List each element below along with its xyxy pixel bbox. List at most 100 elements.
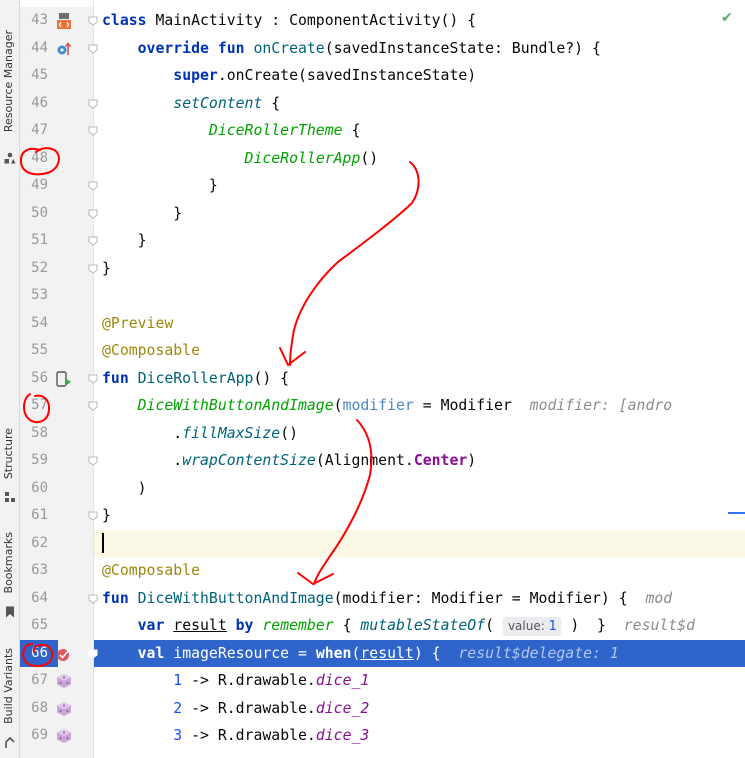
drawable-cube-icon[interactable] <box>56 701 72 717</box>
code-text-area[interactable]: @Composable <box>94 337 745 365</box>
code-line[interactable]: 52} <box>0 255 745 283</box>
code-line[interactable]: 64 fun DiceWithButtonAndImage(modifier: M… <box>0 585 745 613</box>
code-line[interactable]: 49 } <box>0 172 745 200</box>
code-text-area[interactable]: } <box>88 227 745 255</box>
line-number[interactable]: 52 <box>20 255 58 283</box>
code-text-area[interactable]: super.onCreate(savedInstanceState) <box>94 62 745 90</box>
code-text-area[interactable]: override fun onCreate(savedInstanceState… <box>88 35 745 63</box>
code-text-area[interactable] <box>94 529 745 557</box>
line-number[interactable]: 49 <box>20 172 58 200</box>
line-number[interactable]: 58 <box>20 420 58 448</box>
code-line[interactable]: 48 DiceRollerApp() <box>0 145 745 173</box>
fold-marker-icon[interactable] <box>88 594 98 604</box>
code-line[interactable]: 44 override fun onCreate(savedInstanceSt… <box>0 35 745 63</box>
line-number[interactable]: 63 <box>20 557 58 585</box>
fold-marker-icon[interactable] <box>88 264 98 274</box>
code-text-area[interactable]: var result by remember { mutableStateOf(… <box>94 612 745 640</box>
code-line[interactable]: 47 DiceRollerTheme { <box>0 117 745 145</box>
code-line[interactable]: 46 setContent { <box>0 90 745 118</box>
code-text-area[interactable]: @Preview <box>94 310 745 338</box>
code-text-area[interactable]: DiceRollerTheme { <box>88 117 745 145</box>
line-number[interactable]: 66 <box>20 639 58 667</box>
code-line[interactable]: 62 <box>0 529 745 558</box>
drawable-cube-icon[interactable] <box>56 728 72 744</box>
line-number[interactable]: 50 <box>20 200 58 228</box>
code-text-area[interactable]: } <box>88 200 745 228</box>
line-number[interactable]: 54 <box>20 310 58 338</box>
code-text-area[interactable]: 2 -> R.drawable.dice_2 <box>94 695 745 723</box>
line-number[interactable]: 69 <box>20 722 58 750</box>
code-text-area[interactable]: fun DiceRollerApp() { <box>88 365 745 393</box>
line-number[interactable]: 68 <box>20 695 58 723</box>
code-text-area[interactable]: class MainActivity : ComponentActivity()… <box>88 7 745 35</box>
code-text-area[interactable]: fun DiceWithButtonAndImage(modifier: Mod… <box>88 585 745 613</box>
fold-marker-icon[interactable] <box>88 401 98 411</box>
fold-marker-icon[interactable] <box>88 511 98 521</box>
line-number[interactable]: 61 <box>20 502 58 530</box>
breakpoint-icon[interactable] <box>56 646 72 662</box>
override-icon[interactable] <box>56 41 72 57</box>
code-line[interactable]: 58 .fillMaxSize() <box>0 420 745 448</box>
code-line[interactable]: 43 class MainActivity : ComponentActivity… <box>0 7 745 35</box>
fold-marker-icon[interactable] <box>88 649 98 659</box>
line-number[interactable]: 46 <box>20 90 58 118</box>
code-line[interactable]: 59 .wrapContentSize(Alignment.Center) <box>0 447 745 475</box>
fold-marker-icon[interactable] <box>88 44 98 54</box>
drawable-cube-icon[interactable] <box>56 673 72 689</box>
code-line[interactable]: 54 @Preview <box>0 310 745 338</box>
line-number[interactable]: 57 <box>20 392 58 420</box>
line-number[interactable]: 51 <box>20 227 58 255</box>
code-line[interactable]: 53 <box>0 282 745 310</box>
line-number[interactable]: 44 <box>20 35 58 63</box>
code-line[interactable]: 51 } <box>0 227 745 255</box>
code-text-area[interactable] <box>94 282 745 310</box>
code-text-area[interactable]: } <box>88 255 745 283</box>
line-number[interactable]: 48 <box>20 145 58 173</box>
preview-run-icon[interactable] <box>56 370 72 387</box>
code-line[interactable]: 45 super.onCreate(savedInstanceState) <box>0 62 745 90</box>
code-line[interactable]: 63 @Composable <box>0 557 745 585</box>
line-number[interactable]: 59 <box>20 447 58 475</box>
fold-marker-icon[interactable] <box>88 374 98 384</box>
code-line[interactable]: 65 var result by remember { mutableState… <box>0 612 745 640</box>
code-text-area[interactable]: 3 -> R.drawable.dice_3 <box>94 722 745 750</box>
code-line[interactable]: 69 3 -> R.drawable.dice_3 <box>0 722 745 750</box>
fold-marker-icon[interactable] <box>88 456 98 466</box>
code-editor[interactable]: 43 class MainActivity : ComponentActivity… <box>0 7 745 750</box>
line-number[interactable]: 67 <box>20 667 58 695</box>
code-text-area[interactable]: 1 -> R.drawable.dice_1 <box>94 667 745 695</box>
line-number[interactable]: 64 <box>20 585 58 613</box>
fold-marker-icon[interactable] <box>88 99 98 109</box>
fold-marker-icon[interactable] <box>88 16 98 26</box>
code-text-area[interactable]: } <box>88 502 745 530</box>
fold-marker-icon[interactable] <box>88 126 98 136</box>
line-number[interactable]: 47 <box>20 117 58 145</box>
line-number[interactable]: 53 <box>20 282 58 310</box>
line-number[interactable]: 45 <box>20 62 58 90</box>
line-number[interactable]: 55 <box>20 337 58 365</box>
code-line[interactable]: 57 DiceWithButtonAndImage(modifier = Mod… <box>0 392 745 420</box>
code-text-area[interactable]: .wrapContentSize(Alignment.Center) <box>88 447 745 475</box>
code-line[interactable]: 56 fun DiceRollerApp() { <box>0 365 745 393</box>
code-line[interactable]: 61} <box>0 502 745 530</box>
fold-marker-icon[interactable] <box>88 236 98 246</box>
line-number[interactable]: 43 <box>20 7 58 35</box>
fold-marker-icon[interactable] <box>88 181 98 191</box>
line-number[interactable]: 62 <box>20 530 58 558</box>
code-line[interactable]: 67 1 -> R.drawable.dice_1 <box>0 667 745 695</box>
code-text-area[interactable]: @Composable <box>94 557 745 585</box>
line-number[interactable]: 65 <box>20 612 58 640</box>
xml-layout-icon[interactable] <box>56 13 72 29</box>
code-text-area[interactable]: } <box>88 172 745 200</box>
code-line[interactable]: 66 val imageResource = when(result) { re… <box>0 639 745 667</box>
code-text-area[interactable]: setContent { <box>88 90 745 118</box>
code-text-area[interactable]: ) <box>94 475 745 503</box>
fold-marker-icon[interactable] <box>88 209 98 219</box>
line-number[interactable]: 56 <box>20 365 58 393</box>
code-line[interactable]: 68 2 -> R.drawable.dice_2 <box>0 695 745 723</box>
code-line[interactable]: 50 } <box>0 200 745 228</box>
code-text-area[interactable]: val imageResource = when(result) { resul… <box>88 639 745 667</box>
code-text-area[interactable]: DiceWithButtonAndImage(modifier = Modifi… <box>88 392 745 420</box>
code-line[interactable]: 60 ) <box>0 475 745 503</box>
line-number[interactable]: 60 <box>20 475 58 503</box>
